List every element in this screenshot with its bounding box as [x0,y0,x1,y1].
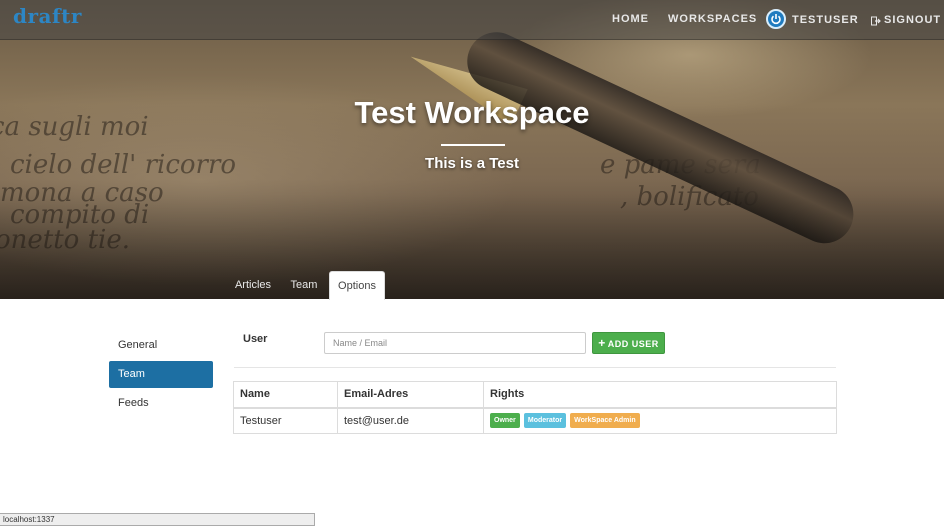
form-divider [234,367,836,368]
column-header-email: Email-Adres [337,381,484,409]
cell-rights: Owner Moderator WorkSpace Admin [483,407,837,434]
top-navbar: draftr HOME WORKSPACES TESTUSER SIGNOUT [0,0,944,40]
table-header-row: Name Email-Adres Rights [233,381,837,409]
signout-icon[interactable] [871,13,881,26]
workspace-title: Test Workspace [354,95,590,130]
user-label: User [243,333,268,345]
nav-workspaces-link[interactable]: WORKSPACES [668,13,757,25]
badge-moderator[interactable]: Moderator [523,413,567,429]
browser-status-bar: localhost:1337 [0,513,315,526]
title-divider [441,144,505,146]
column-header-name: Name [233,381,338,409]
brand-logo[interactable]: draftr [13,4,82,28]
badge-workspace-admin[interactable]: WorkSpace Admin [570,413,640,429]
table-row: Testuser test@user.de Owner Moderator Wo… [233,407,837,434]
power-icon[interactable] [766,9,786,29]
tab-options[interactable]: Options [329,271,385,300]
workspace-subtitle: This is a Test [425,155,519,172]
tab-team[interactable]: Team [283,271,325,300]
user-search-input[interactable] [324,332,586,354]
sidebar-item-general[interactable]: General [109,332,213,359]
column-header-rights: Rights [483,381,837,409]
add-user-label: ADD USER [607,339,659,349]
plus-icon: + [598,336,606,350]
add-user-button[interactable]: + ADD USER [592,332,665,354]
cell-email: test@user.de [337,407,484,434]
nav-home-link[interactable]: HOME [612,13,649,25]
tab-articles[interactable]: Articles [229,271,277,300]
cell-name: Testuser [233,407,338,434]
sidebar-item-feeds[interactable]: Feeds [109,390,213,417]
team-table: Name Email-Adres Rights Testuser test@us… [233,381,837,434]
sidebar-item-team[interactable]: Team [109,361,213,388]
badge-owner[interactable]: Owner [490,413,520,429]
nav-user-link[interactable]: TESTUSER [792,14,859,26]
hero-banner: ca sugli moi cielo dell' ricorro mona a … [0,0,944,299]
nav-signout-link[interactable]: SIGNOUT [884,14,941,26]
